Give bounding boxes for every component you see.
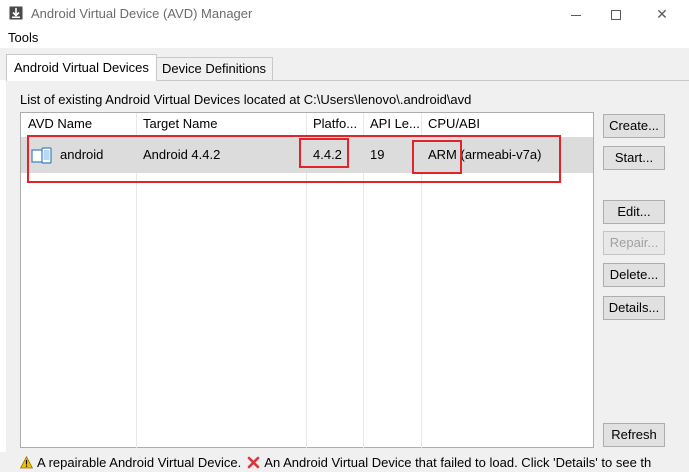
close-icon: ✕	[656, 6, 668, 22]
cpu-highlight-box	[412, 140, 462, 174]
platform-highlight-box	[299, 138, 349, 168]
column-header-avd-name[interactable]: AVD Name	[21, 113, 136, 135]
status-legend: A repairable Android Virtual Device. An …	[20, 455, 651, 470]
maximize-icon	[611, 10, 621, 21]
row-highlight-box	[27, 135, 561, 183]
close-button[interactable]: ✕	[639, 0, 685, 28]
status-warning-text: A repairable Android Virtual Device.	[37, 455, 242, 470]
tab-android-virtual-devices[interactable]: Android Virtual Devices	[6, 54, 157, 81]
delete-button[interactable]: Delete...	[603, 263, 665, 287]
menu-bar: Tools	[0, 28, 689, 48]
edit-button[interactable]: Edit...	[603, 200, 665, 224]
warning-icon	[20, 456, 33, 469]
title-bar: Android Virtual Device (AVD) Manager ✕	[0, 0, 689, 28]
avd-list-caption: List of existing Android Virtual Devices…	[20, 92, 472, 107]
maximize-button[interactable]	[593, 0, 639, 28]
status-bar: A repairable Android Virtual Device. An …	[0, 452, 689, 472]
error-x-icon	[247, 456, 260, 469]
menu-tools[interactable]: Tools	[8, 30, 38, 45]
repair-button[interactable]: Repair...	[603, 231, 665, 255]
tab-device-definitions[interactable]: Device Definitions	[155, 57, 274, 80]
minimize-icon	[571, 14, 581, 16]
window-title: Android Virtual Device (AVD) Manager	[31, 6, 253, 21]
details-button[interactable]: Details...	[603, 296, 665, 320]
column-header-platform[interactable]: Platfo...	[306, 113, 363, 135]
column-header-target-name[interactable]: Target Name	[136, 113, 306, 135]
refresh-button[interactable]: Refresh	[603, 423, 665, 447]
column-header-cpu-abi[interactable]: CPU/ABI	[421, 113, 591, 135]
create-button[interactable]: Create...	[603, 114, 665, 138]
status-error-text: An Android Virtual Device that failed to…	[264, 455, 652, 470]
tab-strip: Android Virtual Devices Device Definitio…	[0, 48, 689, 81]
column-header-api-level[interactable]: API Le...	[363, 113, 421, 135]
start-button[interactable]: Start...	[603, 146, 665, 170]
download-arrow-icon	[9, 6, 23, 20]
